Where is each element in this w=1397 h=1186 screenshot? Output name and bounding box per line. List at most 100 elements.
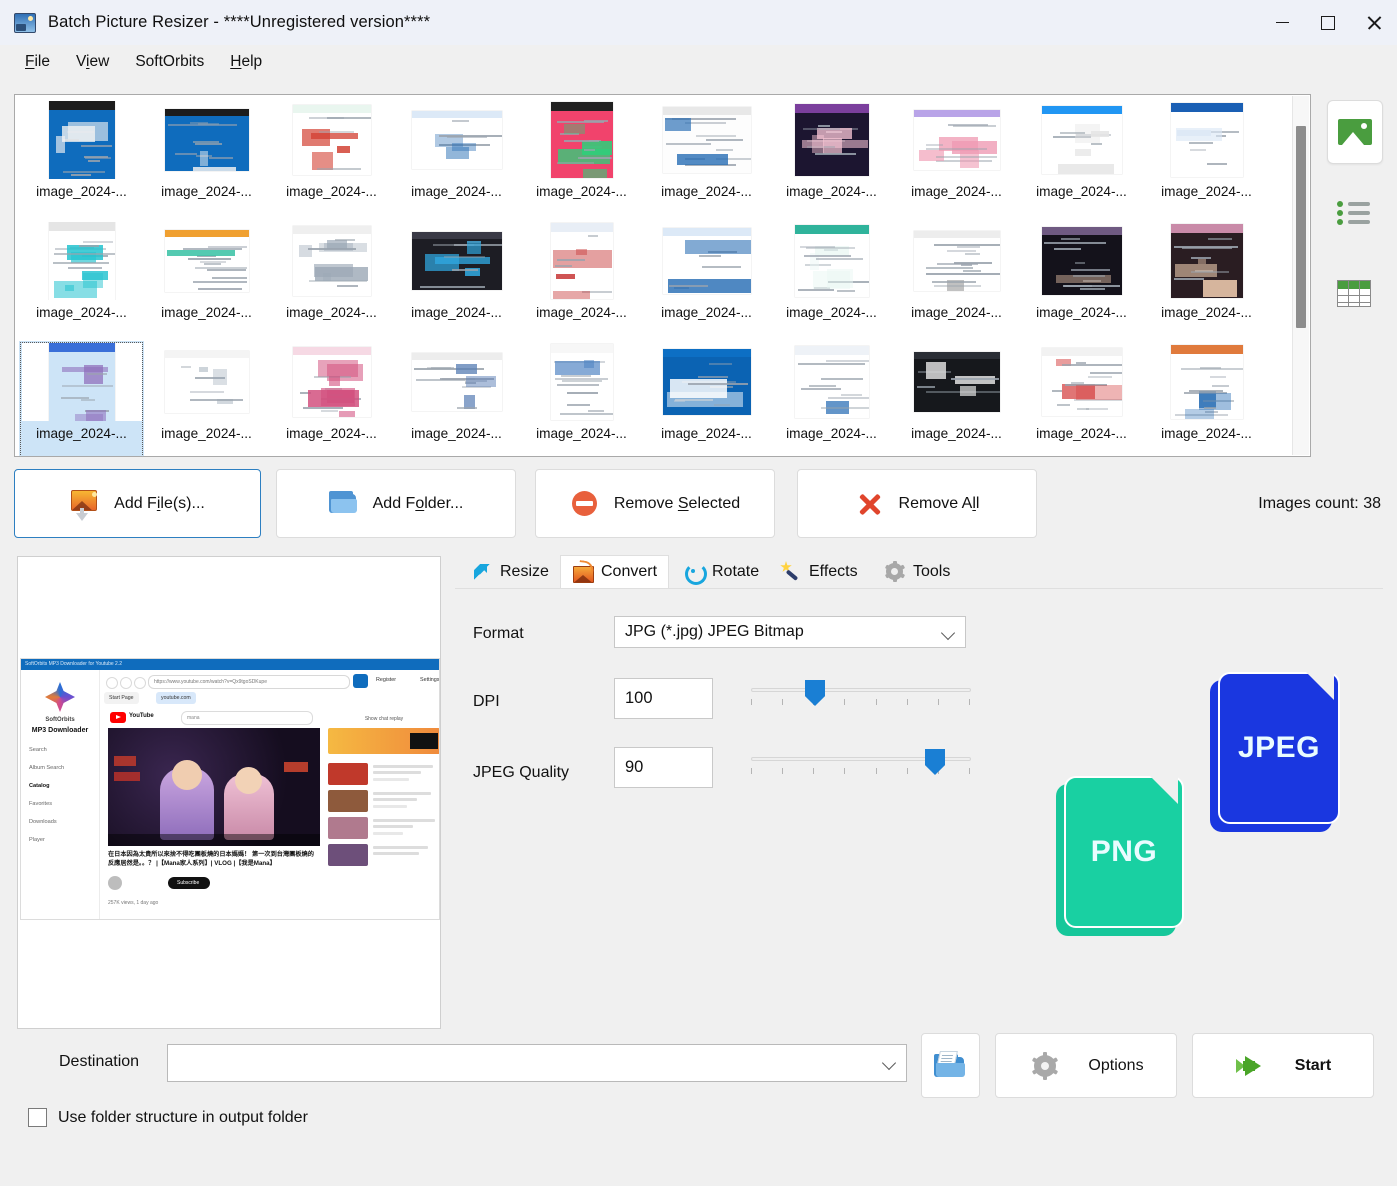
dpi-slider[interactable]	[751, 679, 971, 709]
thumbnail-scroll-area[interactable]: image_2024-...image_2024-...image_2024-.…	[15, 95, 1293, 456]
thumbnail-item[interactable]: image_2024-...	[1019, 220, 1144, 341]
start-label: Start	[1295, 1057, 1331, 1075]
browse-folder-icon	[934, 1051, 968, 1081]
thumbnail-item[interactable]: image_2024-...	[144, 99, 269, 220]
preview-go-button	[353, 674, 368, 688]
thumbnail-item[interactable]: image_2024-...	[19, 220, 144, 341]
remove-all-label: Remove All	[899, 495, 980, 513]
thumbnail-item[interactable]: image_2024-...	[644, 220, 769, 341]
thumbnail-image	[147, 343, 267, 421]
thumbnail-item[interactable]: image_2024-...	[1144, 341, 1269, 456]
folder-structure-checkbox-row[interactable]: Use folder structure in output folder	[28, 1108, 308, 1127]
tab-rotate-label: Rotate	[712, 563, 759, 581]
remove-all-button[interactable]: Remove All	[797, 469, 1037, 538]
start-button[interactable]: Start	[1192, 1033, 1374, 1098]
tab-rotate[interactable]: Rotate	[671, 555, 771, 589]
image-preview-pane[interactable]: SoftOrbits MP3 Downloader for Youtube 2.…	[17, 556, 441, 1029]
thumbnail-item[interactable]: image_2024-...	[519, 341, 644, 456]
dpi-input[interactable]: 100	[614, 678, 713, 719]
thumbnail-label: image_2024-...	[1161, 426, 1252, 442]
remove-selected-button[interactable]: Remove Selected	[535, 469, 775, 538]
preview-url: https://www.youtube.com/watch?v=Qx9tgoSD…	[154, 679, 267, 685]
options-button[interactable]: Options	[995, 1033, 1177, 1098]
tab-effects[interactable]: Effects	[768, 555, 870, 589]
thumbnail-item[interactable]: image_2024-...	[394, 341, 519, 456]
thumbnail-item[interactable]: image_2024-...	[894, 220, 1019, 341]
folder-structure-checkbox[interactable]	[28, 1108, 47, 1127]
grid-icon	[1337, 280, 1371, 307]
tab-effects-label: Effects	[809, 563, 858, 581]
youtube-search-value: mana	[187, 715, 200, 721]
details-view-button[interactable]	[1327, 262, 1381, 324]
list-view-button[interactable]	[1327, 182, 1381, 244]
thumbnail-item[interactable]: image_2024-...	[644, 341, 769, 456]
preview-nav-favorites: Favorites	[29, 801, 93, 807]
menu-view[interactable]: View	[63, 49, 122, 75]
quality-input[interactable]: 90	[614, 747, 713, 788]
preview-titlebar: SoftOrbits MP3 Downloader for Youtube 2.…	[21, 659, 439, 670]
thumbnail-image	[1147, 101, 1267, 179]
minimize-icon	[1276, 22, 1289, 24]
thumbnail-item[interactable]: image_2024-...	[519, 99, 644, 220]
thumbnail-label: image_2024-...	[661, 305, 752, 321]
thumbnail-item[interactable]: image_2024-...	[144, 341, 269, 456]
youtube-search-box: mana	[181, 711, 313, 725]
thumbnail-item[interactable]: image_2024-...	[19, 341, 144, 456]
thumbnail-view-button[interactable]	[1327, 100, 1383, 164]
thumbnail-item[interactable]: image_2024-...	[1144, 99, 1269, 220]
thumbnail-item[interactable]: image_2024-...	[394, 220, 519, 341]
thumbnail-item[interactable]: image_2024-...	[1019, 99, 1144, 220]
chevron-down-icon	[882, 1056, 896, 1070]
maximize-button[interactable]	[1305, 0, 1351, 45]
images-count-label: Images count: 38	[1258, 495, 1381, 513]
quality-slider[interactable]	[751, 748, 971, 778]
menu-file[interactable]: File	[12, 49, 63, 75]
thumbnail-item[interactable]: image_2024-...	[769, 341, 894, 456]
add-files-button[interactable]: Add File(s)...	[14, 469, 261, 538]
destination-label: Destination	[59, 1053, 139, 1071]
thumbnail-item[interactable]: image_2024-...	[269, 220, 394, 341]
thumbnail-item[interactable]: image_2024-...	[394, 99, 519, 220]
tab-tools[interactable]: Tools	[872, 555, 962, 589]
thumbnail-image	[1147, 222, 1267, 300]
thumbnail-item[interactable]: image_2024-...	[894, 99, 1019, 220]
thumbnail-item[interactable]: image_2024-...	[269, 341, 394, 456]
thumbnail-item[interactable]: image_2024-...	[1019, 341, 1144, 456]
thumbnail-item[interactable]: image_2024-...	[769, 220, 894, 341]
thumbnail-image	[772, 101, 892, 179]
tab-convert[interactable]: Convert	[560, 555, 669, 589]
dpi-slider-track[interactable]	[751, 688, 971, 692]
thumbnail-item[interactable]: image_2024-...	[269, 99, 394, 220]
thumbnail-item[interactable]: image_2024-...	[769, 99, 894, 220]
format-label: Format	[473, 625, 524, 643]
tab-resize[interactable]: Resize	[459, 555, 561, 589]
minimize-button[interactable]	[1259, 0, 1305, 45]
menu-help[interactable]: Help	[217, 49, 275, 75]
quality-value: 90	[625, 758, 643, 777]
preview-screenshot: SoftOrbits MP3 Downloader for Youtube 2.…	[20, 658, 440, 920]
thumbnail-item[interactable]: image_2024-...	[519, 220, 644, 341]
thumbnail-item[interactable]: image_2024-...	[1144, 220, 1269, 341]
browse-destination-button[interactable]	[921, 1033, 980, 1098]
thumbnail-item[interactable]: image_2024-...	[894, 341, 1019, 456]
thumbnail-list[interactable]: image_2024-...image_2024-...image_2024-.…	[14, 94, 1311, 457]
scrollbar-thumb[interactable]	[1296, 126, 1306, 328]
thumbnail-item[interactable]: image_2024-...	[19, 99, 144, 220]
format-select[interactable]: JPG (*.jpg) JPEG Bitmap	[614, 616, 966, 648]
remove-selected-label: Remove Selected	[614, 495, 740, 513]
thumbnail-item[interactable]: image_2024-...	[144, 220, 269, 341]
menu-softorbits[interactable]: SoftOrbits	[122, 49, 217, 75]
convert-icon	[572, 561, 594, 583]
thumbnail-item[interactable]: image_2024-...	[644, 99, 769, 220]
preview-nav-search: Search	[29, 747, 93, 753]
close-button[interactable]	[1351, 0, 1397, 45]
view-mode-rail	[1327, 100, 1383, 320]
preview-product: MP3 Downloader	[21, 727, 99, 734]
thumbnail-scrollbar[interactable]	[1292, 96, 1309, 455]
menu-bar: File View SoftOrbits Help	[0, 45, 1397, 78]
preview-browser: https://www.youtube.com/watch?v=Qx9tgoSD…	[100, 670, 439, 919]
window-title: Batch Picture Resizer - ****Unregistered…	[48, 13, 430, 32]
add-folder-button[interactable]: Add Folder...	[276, 469, 516, 538]
destination-select[interactable]	[167, 1044, 907, 1082]
thumbnail-image	[397, 101, 517, 179]
